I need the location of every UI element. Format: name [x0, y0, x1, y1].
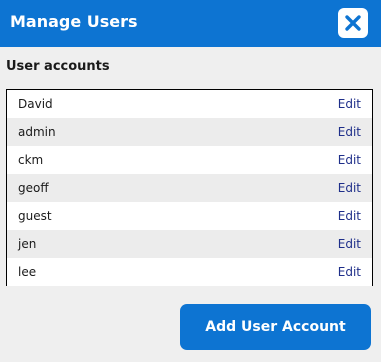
list-item: jen Edit [7, 230, 372, 258]
dialog-header: Manage Users [0, 0, 381, 47]
list-item: ckm Edit [7, 146, 372, 174]
close-button[interactable] [338, 8, 368, 38]
list-item: geoff Edit [7, 174, 372, 202]
add-user-account-button[interactable]: Add User Account [180, 304, 371, 350]
user-name: David [18, 97, 53, 111]
edit-link[interactable]: Edit [338, 180, 361, 196]
user-name: jen [18, 237, 37, 251]
close-icon [345, 15, 361, 31]
user-name: lee [18, 265, 37, 279]
edit-link[interactable]: Edit [338, 264, 361, 280]
user-name: guest [18, 209, 52, 223]
list-item: David Edit [7, 90, 372, 118]
user-name: geoff [18, 181, 49, 195]
edit-link[interactable]: Edit [338, 152, 361, 168]
user-name: ckm [18, 153, 44, 167]
dialog-title: Manage Users [10, 12, 138, 31]
edit-link[interactable]: Edit [338, 208, 361, 224]
user-name: admin [18, 125, 56, 139]
user-list: David Edit admin Edit ckm Edit geoff Edi… [6, 89, 373, 286]
edit-link[interactable]: Edit [338, 124, 361, 140]
list-item: guest Edit [7, 202, 372, 230]
list-item: admin Edit [7, 118, 372, 146]
edit-link[interactable]: Edit [338, 96, 361, 112]
list-item: lee Edit [7, 258, 372, 286]
edit-link[interactable]: Edit [338, 236, 361, 252]
section-label: User accounts [6, 59, 110, 74]
